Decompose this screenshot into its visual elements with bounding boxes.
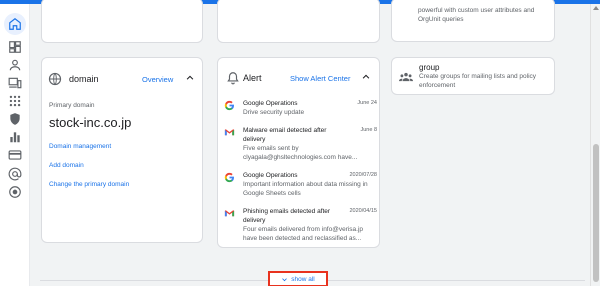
group-card-title: group (419, 63, 440, 72)
alert-item-body: Four emails delivered from info@verisa.j… (243, 226, 364, 242)
alert-item[interactable]: Phishing emails detected after delivery … (224, 208, 377, 248)
dashboard-icon[interactable] (7, 39, 23, 55)
main-content: powerful with custom user attributes and… (30, 0, 585, 286)
alert-item-title: Phishing emails detected after delivery (243, 208, 331, 224)
user-icon[interactable] (7, 57, 23, 73)
devices-icon[interactable] (7, 75, 23, 91)
alert-item[interactable]: Google Operations June 24 Drive security… (224, 100, 377, 122)
show-all-label: show all (291, 275, 315, 283)
alert-item-body: Drive security update (243, 109, 305, 116)
domain-card: domain Overview Primary domain stock-inc… (41, 57, 203, 243)
gmail-logo-icon (224, 129, 235, 136)
support-icon[interactable] (7, 184, 23, 200)
chevron-up-icon[interactable] (185, 73, 195, 83)
security-icon[interactable] (7, 111, 23, 127)
primary-domain-label: Primary domain (49, 102, 95, 109)
chevron-up-icon[interactable] (361, 72, 371, 82)
change-primary-domain-link[interactable]: Change the primary domain (49, 181, 129, 188)
alert-item-date: 2020/04/15 (349, 208, 377, 214)
apps-icon[interactable] (7, 93, 23, 109)
billing-icon[interactable] (7, 147, 23, 163)
top-right-card: powerful with custom user attributes and… (391, 0, 555, 42)
top-right-card-text: powerful with custom user attributes and… (418, 7, 535, 23)
vertical-scrollbar[interactable] (590, 4, 600, 286)
bell-icon (227, 72, 239, 85)
alert-item-title: Google Operations (243, 100, 298, 107)
alert-card-title: Alert (243, 73, 262, 83)
gmail-logo-icon (224, 210, 235, 217)
alert-item[interactable]: Malware email detected after delivery Ju… (224, 127, 377, 167)
alert-item-date: June 8 (360, 127, 377, 133)
alert-item-title: Google Operations (243, 172, 298, 179)
alert-item[interactable]: Google Operations 2020/07/28 Important i… (224, 172, 377, 202)
group-card-description: Create groups for mailing lists and poli… (419, 73, 537, 89)
top-left-card (41, 0, 203, 43)
domain-management-link[interactable]: Domain management (49, 143, 111, 150)
domain-card-title: domain (69, 74, 99, 84)
group-card[interactable]: group Create groups for mailing lists an… (391, 57, 555, 95)
chevron-down-icon (282, 277, 288, 281)
show-all-button[interactable]: show all (268, 271, 328, 286)
alert-item-body: Important information about data missing… (243, 181, 368, 197)
at-sign-icon[interactable] (7, 166, 23, 182)
reports-icon[interactable] (7, 129, 23, 145)
alert-item-body: Five emails sent by clyagala@ghsltechnol… (243, 145, 358, 161)
group-icon (399, 72, 413, 82)
google-logo-icon (224, 100, 234, 111)
sidebar-nav (0, 4, 30, 286)
globe-icon (48, 72, 62, 86)
alert-card: Alert Show Alert Center Google Operation… (217, 57, 380, 248)
scroll-thumb[interactable] (593, 144, 599, 282)
alert-item-date: 2020/07/28 (349, 172, 377, 178)
google-logo-icon (224, 172, 234, 183)
home-icon[interactable] (4, 13, 26, 35)
add-domain-link[interactable]: Add domain (49, 162, 84, 169)
alert-item-title: Malware email detected after delivery (243, 127, 327, 143)
scroll-up-arrow-icon[interactable] (593, 6, 599, 10)
domain-overview-link[interactable]: Overview (142, 75, 173, 84)
alert-item-date: June 24 (357, 100, 377, 106)
top-middle-card (217, 0, 380, 43)
primary-domain-value: stock-inc.co.jp (49, 115, 132, 130)
show-alert-center-link[interactable]: Show Alert Center (290, 74, 350, 83)
